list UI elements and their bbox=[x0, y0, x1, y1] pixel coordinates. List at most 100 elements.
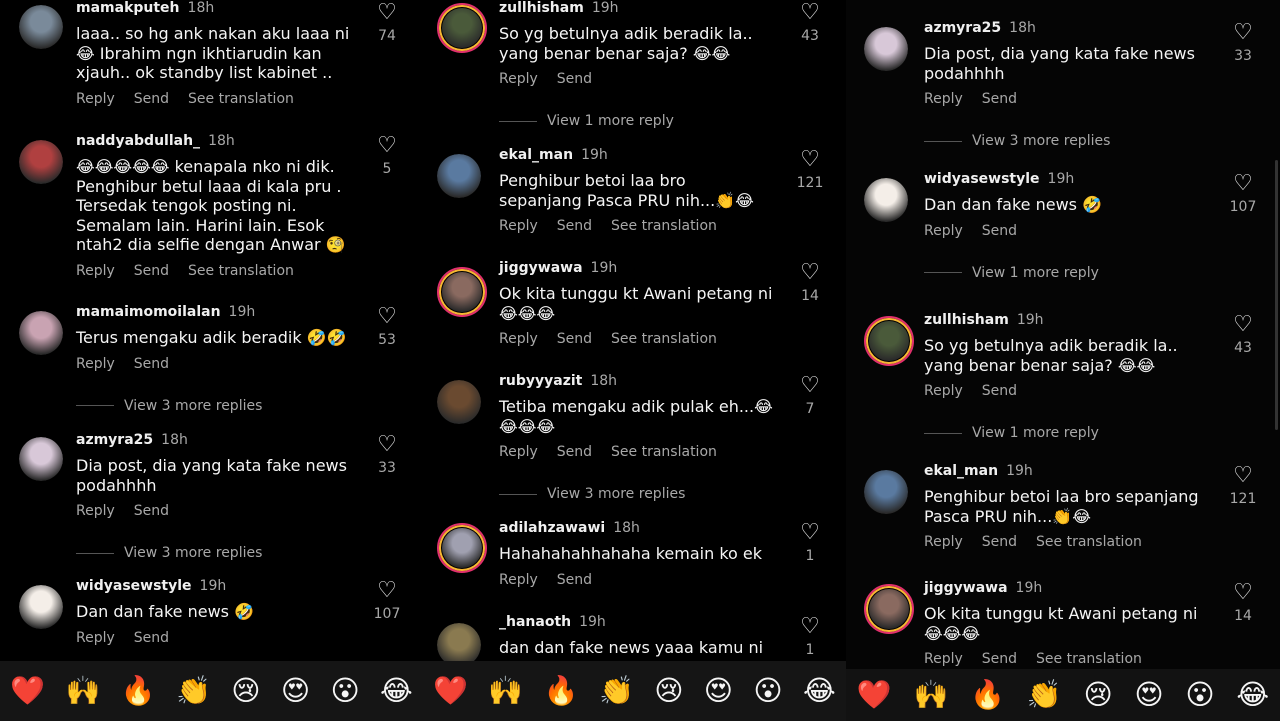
view-more-replies-button[interactable]: View 3 more replies bbox=[924, 133, 1110, 149]
comment-username[interactable]: widyasewstyle 19h bbox=[76, 578, 226, 594]
emoji-reaction-button[interactable]: 👏 bbox=[599, 677, 634, 705]
emoji-reaction-button[interactable]: 👏 bbox=[176, 677, 211, 705]
comment-username[interactable]: mamaimomoilalan 19h bbox=[76, 304, 255, 320]
send-button[interactable]: Send bbox=[982, 91, 1017, 107]
emoji-reaction-button[interactable]: 😮 bbox=[753, 677, 782, 705]
reply-button[interactable]: Reply bbox=[76, 91, 115, 107]
like-control[interactable]: ♡ 1 bbox=[795, 616, 825, 659]
comment-username[interactable]: zullhisham 19h bbox=[499, 0, 619, 16]
avatar[interactable] bbox=[864, 27, 908, 71]
like-control[interactable]: ♡ 33 bbox=[372, 434, 402, 477]
username-label[interactable]: azmyra25 bbox=[924, 20, 1001, 36]
send-button[interactable]: Send bbox=[134, 630, 169, 646]
heart-icon[interactable]: ♡ bbox=[372, 580, 402, 602]
see-translation-button[interactable]: See translation bbox=[611, 218, 717, 234]
reply-button[interactable]: Reply bbox=[924, 534, 963, 550]
reply-button[interactable]: Reply bbox=[76, 503, 115, 519]
username-label[interactable]: _hanaoth bbox=[499, 614, 571, 630]
like-control[interactable]: ♡ 74 bbox=[372, 2, 402, 45]
comment-username[interactable]: _hanaoth 19h bbox=[499, 614, 606, 630]
emoji-reaction-button[interactable]: 😍 bbox=[704, 677, 733, 705]
emoji-reaction-button[interactable]: 😂 bbox=[1236, 681, 1269, 709]
avatar[interactable] bbox=[864, 178, 908, 222]
emoji-reaction-button[interactable]: ❤️ bbox=[10, 677, 45, 705]
heart-icon[interactable]: ♡ bbox=[795, 375, 825, 397]
username-label[interactable]: mamakputeh bbox=[76, 0, 180, 16]
emoji-reaction-button[interactable]: ❤️ bbox=[857, 681, 892, 709]
view-more-replies-button[interactable]: View 3 more replies bbox=[76, 398, 262, 414]
emoji-reaction-button[interactable]: 🙌 bbox=[65, 677, 100, 705]
like-control[interactable]: ♡ 5 bbox=[372, 135, 402, 178]
username-label[interactable]: jiggywawa bbox=[499, 260, 583, 276]
username-label[interactable]: ekal_man bbox=[499, 147, 573, 163]
emoji-reaction-button[interactable]: 🔥 bbox=[121, 677, 156, 705]
send-button[interactable]: Send bbox=[134, 263, 169, 279]
emoji-reaction-button[interactable]: 😢 bbox=[231, 677, 260, 705]
send-button[interactable]: Send bbox=[982, 383, 1017, 399]
heart-icon[interactable]: ♡ bbox=[1228, 465, 1258, 487]
comment-username[interactable]: rubyyyazit 18h bbox=[499, 373, 617, 389]
username-label[interactable]: rubyyyazit bbox=[499, 373, 582, 389]
like-control[interactable]: ♡ 14 bbox=[795, 262, 825, 305]
emoji-reaction-button[interactable]: 😂 bbox=[803, 677, 836, 705]
avatar[interactable] bbox=[437, 154, 481, 198]
like-control[interactable]: ♡ 14 bbox=[1228, 582, 1258, 625]
send-button[interactable]: Send bbox=[134, 91, 169, 107]
comment-username[interactable]: ekal_man 19h bbox=[499, 147, 608, 163]
heart-icon[interactable]: ♡ bbox=[1228, 314, 1258, 336]
avatar[interactable] bbox=[864, 470, 908, 514]
view-more-replies-button[interactable]: View 3 more replies bbox=[499, 486, 685, 502]
send-button[interactable]: Send bbox=[982, 534, 1017, 550]
comment-username[interactable]: azmyra25 18h bbox=[924, 20, 1036, 36]
avatar[interactable] bbox=[437, 523, 487, 573]
reply-button[interactable]: Reply bbox=[924, 383, 963, 399]
send-button[interactable]: Send bbox=[557, 572, 592, 588]
like-control[interactable]: ♡ 53 bbox=[372, 306, 402, 349]
reply-button[interactable]: Reply bbox=[76, 263, 115, 279]
comment-username[interactable]: mamakputeh 18h bbox=[76, 0, 214, 16]
comment-username[interactable]: ekal_man 19h bbox=[924, 463, 1033, 479]
avatar[interactable] bbox=[864, 584, 914, 634]
heart-icon[interactable]: ♡ bbox=[795, 149, 825, 171]
emoji-reaction-button[interactable]: 😢 bbox=[1083, 681, 1112, 709]
username-label[interactable]: mamaimomoilalan bbox=[76, 304, 221, 320]
heart-icon[interactable]: ♡ bbox=[1228, 22, 1258, 44]
heart-icon[interactable]: ♡ bbox=[1228, 173, 1258, 195]
emoji-reaction-button[interactable]: 🙌 bbox=[914, 681, 949, 709]
emoji-reaction-button[interactable]: 😮 bbox=[330, 677, 359, 705]
avatar[interactable] bbox=[19, 5, 63, 49]
like-control[interactable]: ♡ 33 bbox=[1228, 22, 1258, 65]
emoji-reaction-button[interactable]: 🔥 bbox=[970, 681, 1005, 709]
heart-icon[interactable]: ♡ bbox=[795, 616, 825, 638]
emoji-reaction-button[interactable]: 😍 bbox=[1134, 681, 1163, 709]
reply-button[interactable]: Reply bbox=[924, 651, 963, 667]
emoji-reaction-button[interactable]: 😍 bbox=[281, 677, 310, 705]
username-label[interactable]: widyasewstyle bbox=[76, 578, 192, 594]
like-control[interactable]: ♡ 43 bbox=[1228, 314, 1258, 357]
like-control[interactable]: ♡ 43 bbox=[795, 2, 825, 45]
view-more-replies-button[interactable]: View 1 more reply bbox=[924, 425, 1099, 441]
username-label[interactable]: adilahzawawi bbox=[499, 520, 605, 536]
like-control[interactable]: ♡ 107 bbox=[372, 580, 402, 623]
send-button[interactable]: Send bbox=[557, 331, 592, 347]
username-label[interactable]: zullhisham bbox=[924, 312, 1009, 328]
comment-username[interactable]: jiggywawa 19h bbox=[924, 580, 1042, 596]
reply-button[interactable]: Reply bbox=[76, 630, 115, 646]
heart-icon[interactable]: ♡ bbox=[372, 135, 402, 157]
like-control[interactable]: ♡ 7 bbox=[795, 375, 825, 418]
username-label[interactable]: widyasewstyle bbox=[924, 171, 1040, 187]
heart-icon[interactable]: ♡ bbox=[1228, 582, 1258, 604]
comment-username[interactable]: jiggywawa 19h bbox=[499, 260, 617, 276]
see-translation-button[interactable]: See translation bbox=[611, 444, 717, 460]
send-button[interactable]: Send bbox=[557, 71, 592, 87]
like-control[interactable]: ♡ 121 bbox=[795, 149, 825, 192]
emoji-reaction-button[interactable]: ❤️ bbox=[433, 677, 468, 705]
see-translation-button[interactable]: See translation bbox=[611, 331, 717, 347]
like-control[interactable]: ♡ 1 bbox=[795, 522, 825, 565]
reply-button[interactable]: Reply bbox=[499, 218, 538, 234]
heart-icon[interactable]: ♡ bbox=[795, 522, 825, 544]
username-label[interactable]: azmyra25 bbox=[76, 432, 153, 448]
avatar[interactable] bbox=[437, 623, 481, 661]
avatar[interactable] bbox=[19, 437, 63, 481]
heart-icon[interactable]: ♡ bbox=[372, 2, 402, 24]
